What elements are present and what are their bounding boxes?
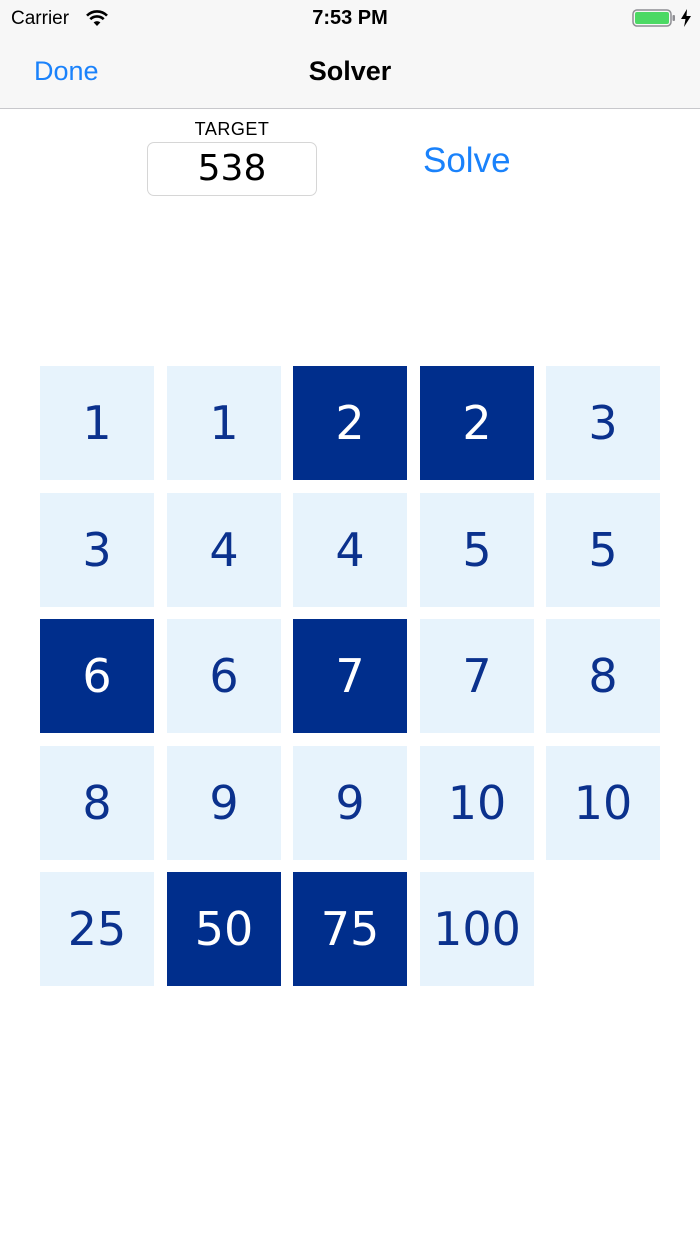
number-tile[interactable]: 6 [40,619,154,733]
number-tile[interactable]: 7 [420,619,534,733]
number-tile[interactable]: 10 [546,746,660,860]
solve-button[interactable]: Solve [423,141,511,181]
number-tile[interactable]: 50 [167,872,281,986]
number-tile[interactable]: 9 [167,746,281,860]
number-tile[interactable]: 2 [420,366,534,480]
page-title: Solver [308,56,392,86]
number-tile[interactable]: 7 [293,619,407,733]
number-tile[interactable]: 1 [167,366,281,480]
number-tile[interactable]: 100 [420,872,534,986]
number-tile[interactable]: 10 [420,746,534,860]
number-tile[interactable]: 3 [40,493,154,607]
number-tile[interactable]: 4 [167,493,281,607]
number-tile[interactable]: 75 [293,872,407,986]
number-tile[interactable]: 8 [546,619,660,733]
target-input[interactable]: 538 [147,142,317,196]
navigation-bar: Done Solver [0,40,700,109]
battery-icon [632,9,675,27]
number-tile[interactable]: 8 [40,746,154,860]
number-tile[interactable]: 9 [293,746,407,860]
number-tile[interactable]: 1 [40,366,154,480]
number-tile[interactable]: 5 [420,493,534,607]
number-tile[interactable]: 2 [293,366,407,480]
number-tile[interactable]: 6 [167,619,281,733]
status-time: 7:53 PM [312,7,388,29]
target-label: TARGET [194,119,270,139]
number-tile[interactable]: 5 [546,493,660,607]
status-bar: Carrier 7:53 PM [0,0,700,40]
number-tile[interactable]: 25 [40,872,154,986]
number-tile[interactable]: 3 [546,366,660,480]
charging-bolt-icon [681,9,691,27]
number-tile[interactable]: 4 [293,493,407,607]
